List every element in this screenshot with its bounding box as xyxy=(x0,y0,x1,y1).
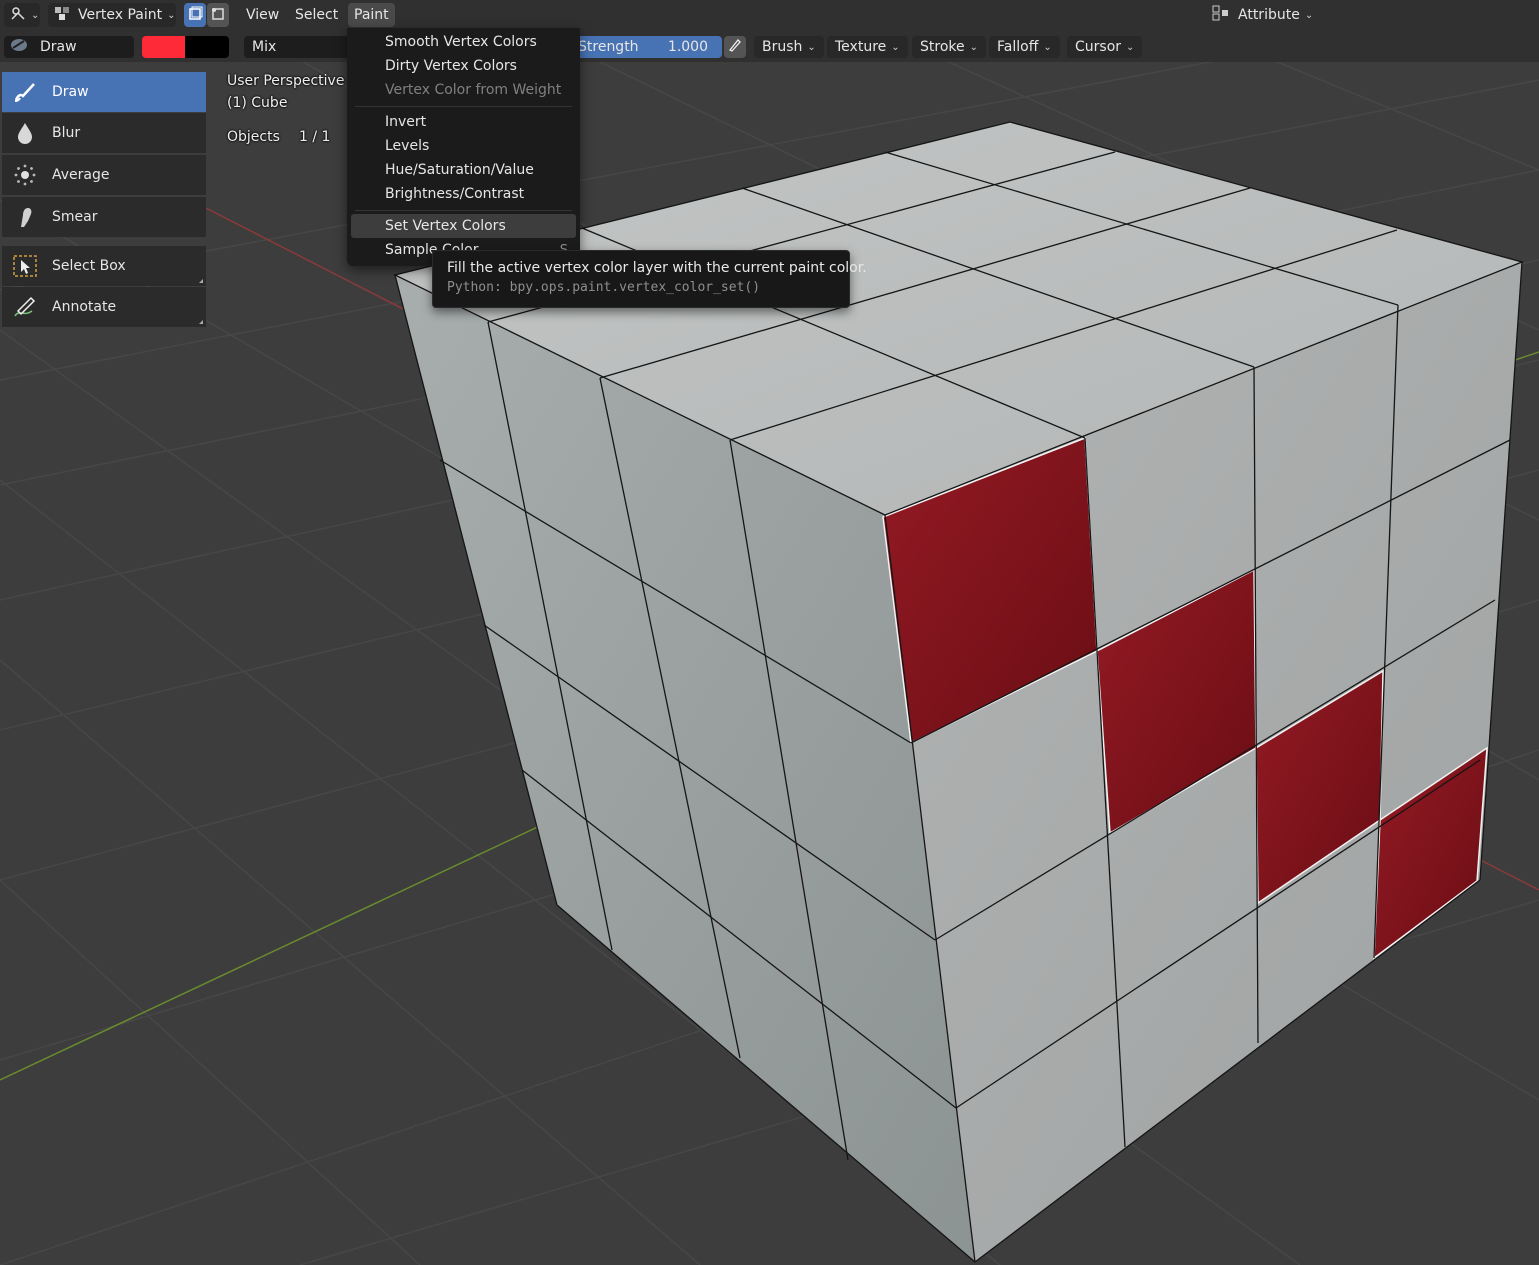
strength-slider[interactable]: Strength 1.000 xyxy=(570,36,722,58)
chevron-down-icon: ⌄ xyxy=(1043,41,1052,53)
brush-selector[interactable]: Draw xyxy=(4,36,134,58)
editor-type-dropdown[interactable]: ⌄ xyxy=(4,3,40,27)
menu-item-invert[interactable]: Invert xyxy=(351,110,576,134)
chevron-down-icon: ⌄ xyxy=(807,41,816,53)
draw-brush-icon xyxy=(12,80,38,104)
face-mask-icon xyxy=(187,5,203,25)
mode-label: Vertex Paint xyxy=(78,7,163,23)
tooltip-description: Fill the active vertex color layer with … xyxy=(447,260,867,276)
chevron-down-icon: ⌄ xyxy=(969,41,979,53)
attribute-dropdown[interactable]: Attribute ⌄ xyxy=(1206,3,1314,27)
tool-smear[interactable]: Smear xyxy=(2,197,206,237)
menu-separator xyxy=(355,210,572,211)
panel-texture[interactable]: Texture ⌄ xyxy=(827,36,908,58)
panel-falloff[interactable]: Falloff ⌄ xyxy=(989,36,1060,58)
menu-item-levels[interactable]: Levels xyxy=(351,134,576,158)
header-bar: ⌄ Vertex Paint ⌄ View Select Paint Attri… xyxy=(0,0,1539,31)
3d-viewport[interactable] xyxy=(0,0,1539,1265)
vertex-mask-icon xyxy=(210,5,226,25)
blur-drop-icon xyxy=(12,121,38,145)
pressure-pen-icon xyxy=(728,38,742,56)
tool-average-label: Average xyxy=(52,167,110,183)
editor-type-icon xyxy=(10,5,26,25)
chevron-down-icon: ⌄ xyxy=(167,9,176,21)
active-object-label: (1) Cube xyxy=(227,95,288,111)
pressure-toggle[interactable] xyxy=(724,36,746,58)
objects-stat-label: Objects xyxy=(227,129,280,145)
strength-value: 1.000 xyxy=(667,39,708,55)
panel-brush-label: Brush xyxy=(762,39,803,55)
paint-menu: Smooth Vertex Colors Dirty Vertex Colors… xyxy=(347,28,580,266)
face-mask-toggle[interactable] xyxy=(184,3,206,27)
view-perspective-label: User Perspective xyxy=(227,73,345,89)
panel-brush[interactable]: Brush ⌄ xyxy=(754,36,824,58)
primary-color-swatch[interactable] xyxy=(142,36,185,58)
select-box-icon xyxy=(12,254,38,278)
tool-annotate-label: Annotate xyxy=(52,299,117,315)
panel-stroke[interactable]: Stroke ⌄ xyxy=(912,36,987,58)
panel-stroke-label: Stroke xyxy=(920,39,965,55)
strength-label: Strength xyxy=(578,39,639,55)
tool-select-box[interactable]: Select Box xyxy=(2,246,206,286)
blend-mode-dropdown[interactable]: Mix xyxy=(244,36,349,58)
submenu-corner-icon xyxy=(199,320,203,324)
tool-average[interactable]: Average xyxy=(2,155,206,195)
submenu-corner-icon xyxy=(199,279,203,283)
mode-dropdown[interactable]: Vertex Paint ⌄ xyxy=(48,3,176,27)
average-icon xyxy=(12,163,38,187)
objects-stat-value: 1 / 1 xyxy=(299,129,331,145)
menu-select[interactable]: Select xyxy=(289,3,344,27)
attribute-icon xyxy=(1212,5,1230,25)
tooltip: Fill the active vertex color layer with … xyxy=(432,250,867,308)
tool-select-box-label: Select Box xyxy=(52,258,126,274)
attribute-label: Attribute xyxy=(1238,7,1300,23)
panel-cursor-label: Cursor xyxy=(1075,39,1122,55)
annotate-pen-icon xyxy=(12,295,38,319)
menu-view[interactable]: View xyxy=(240,3,285,27)
brush-preview-icon xyxy=(10,38,28,56)
menu-item-set-vertex-colors[interactable]: Set Vertex Colors xyxy=(351,214,576,238)
menu-item-brightness-contrast[interactable]: Brightness/Contrast xyxy=(351,182,576,206)
chevron-down-icon: ⌄ xyxy=(31,9,40,21)
brush-name: Draw xyxy=(40,39,77,55)
secondary-color-swatch[interactable] xyxy=(185,36,229,58)
smear-finger-icon xyxy=(12,205,38,229)
tooltip-python: Python: bpy.ops.paint.vertex_color_set() xyxy=(447,280,761,295)
menu-item-smooth-vertex-colors[interactable]: Smooth Vertex Colors xyxy=(351,30,576,54)
menu-paint[interactable]: Paint xyxy=(348,3,395,27)
chevron-down-icon: ⌄ xyxy=(891,41,900,53)
panel-texture-label: Texture xyxy=(835,39,887,55)
menu-item-vertex-color-from-weight[interactable]: Vertex Color from Weight xyxy=(351,78,576,102)
chevron-down-icon: ⌄ xyxy=(1304,9,1314,21)
menu-item-hue-saturation-value[interactable]: Hue/Saturation/Value xyxy=(351,158,576,182)
vertex-paint-mode-icon xyxy=(54,5,72,25)
tool-blur[interactable]: Blur xyxy=(2,113,206,153)
vertex-mask-toggle[interactable] xyxy=(207,3,229,27)
menu-separator xyxy=(355,106,572,107)
tool-draw[interactable]: Draw xyxy=(2,72,206,112)
tool-blur-label: Blur xyxy=(52,125,81,141)
tool-annotate[interactable]: Annotate xyxy=(2,287,206,327)
panel-falloff-label: Falloff xyxy=(997,39,1039,55)
panel-cursor[interactable]: Cursor ⌄ xyxy=(1067,36,1143,58)
menu-item-dirty-vertex-colors[interactable]: Dirty Vertex Colors xyxy=(351,54,576,78)
tool-draw-label: Draw xyxy=(52,84,89,100)
chevron-down-icon: ⌄ xyxy=(1126,41,1135,53)
tool-smear-label: Smear xyxy=(52,209,98,225)
